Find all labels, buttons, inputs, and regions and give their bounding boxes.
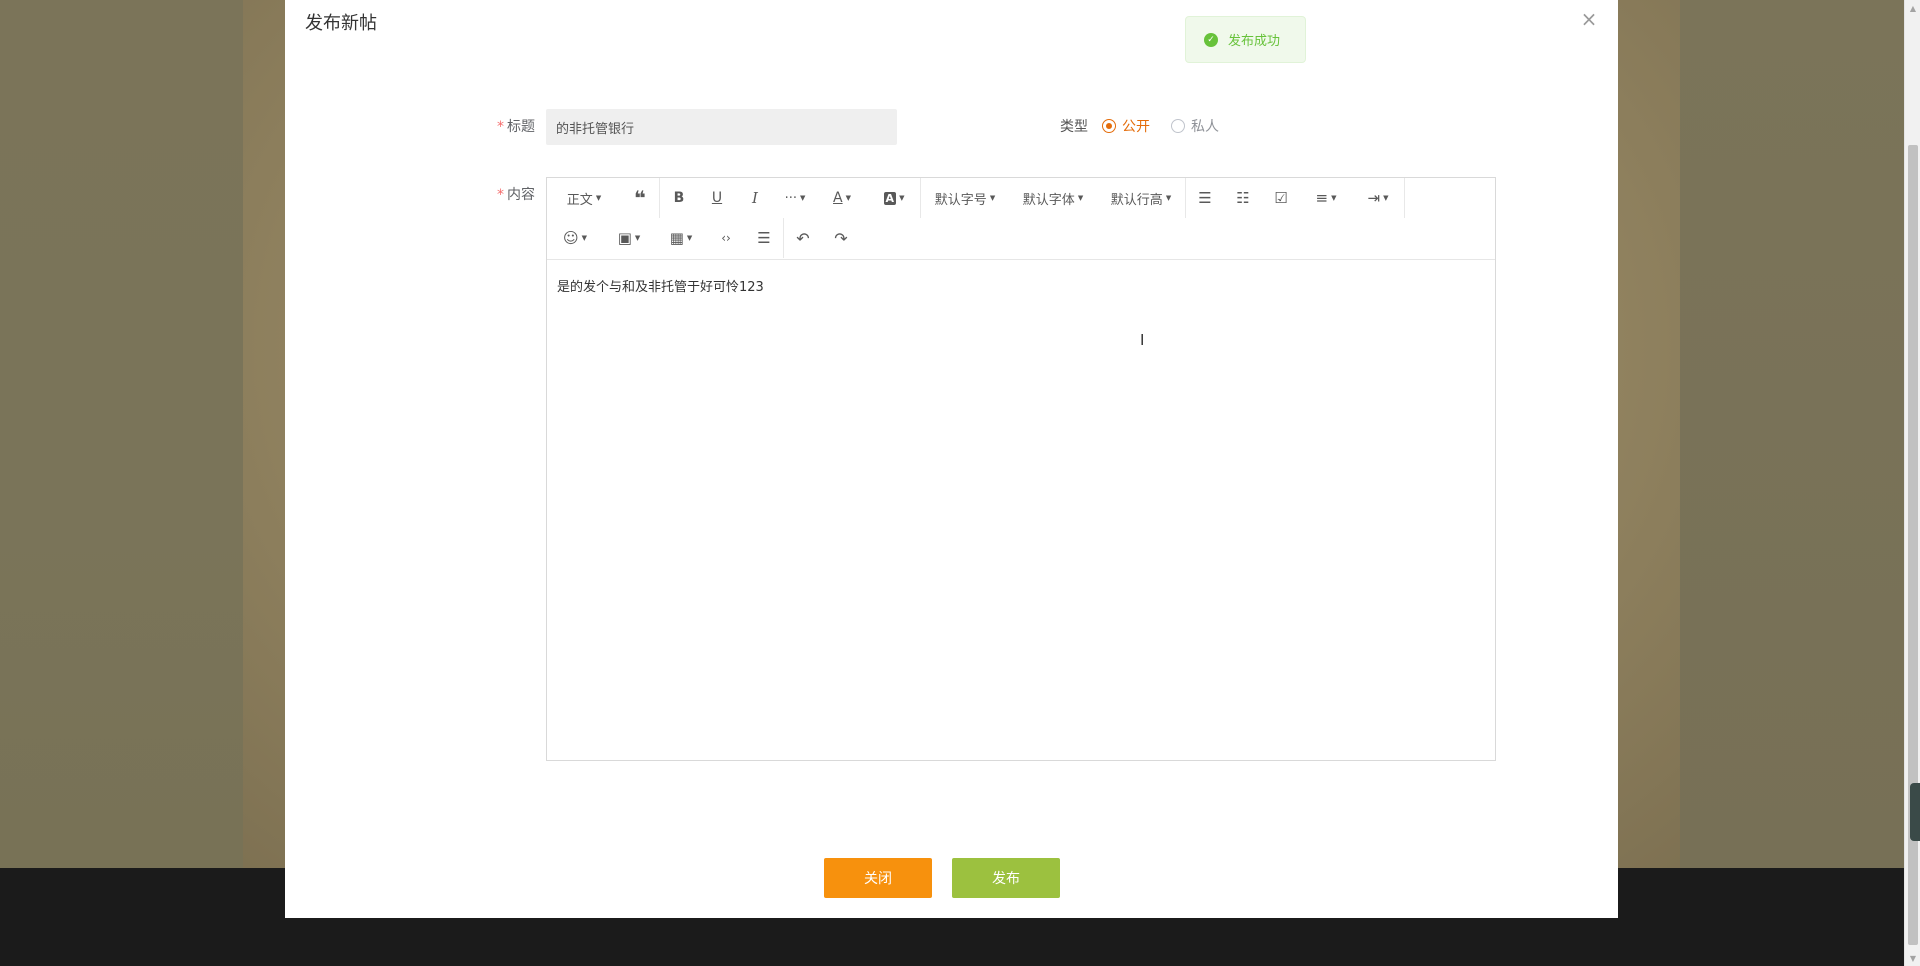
type-radio-private[interactable]: 私人 <box>1171 116 1219 136</box>
toolbar-separator <box>1404 178 1405 218</box>
emoji-dropdown[interactable]: ☺ ▼ <box>547 218 603 258</box>
type-radio-private-label: 私人 <box>1191 119 1219 135</box>
divider-icon[interactable]: ☰ <box>745 218 783 258</box>
caret-down-icon: ▼ <box>1165 194 1172 202</box>
title-label-text: 标题 <box>507 119 535 135</box>
font-color-dropdown[interactable]: A ▼ <box>816 178 868 218</box>
underline-icon[interactable]: U <box>698 178 736 218</box>
modal-title: 发布新帖 <box>305 13 377 34</box>
caret-down-icon: ▼ <box>581 234 588 242</box>
image-dropdown[interactable]: ▣ ▼ <box>603 218 655 258</box>
caret-down-icon: ▼ <box>1383 194 1389 202</box>
caret-down-icon: ▼ <box>845 194 851 202</box>
scroll-up-icon[interactable]: ▲ <box>1905 0 1920 16</box>
close-button[interactable]: 关闭 <box>824 858 932 898</box>
paragraph-style-label: 正文 <box>566 192 593 208</box>
numbered-list-icon[interactable]: ☷ <box>1224 178 1262 218</box>
caret-down-icon: ▼ <box>1077 194 1084 202</box>
italic-icon[interactable]: I <box>736 178 774 218</box>
caret-down-icon: ▼ <box>686 234 693 242</box>
check-circle-icon: ✓ <box>1204 32 1218 47</box>
content-label-text: 内容 <box>507 187 535 203</box>
indent-dropdown[interactable]: ⇥ ▼ <box>1352 178 1404 218</box>
rich-text-editor: 正文 ▼ ❝ B U I ··· ▼ A ▼ A ▼ 默认字号 ▼ 默认字体 ▼… <box>546 177 1496 761</box>
undo-icon[interactable]: ↶ <box>784 218 822 258</box>
editor-paragraph: 是的发个与和及非托管于好可怜123 <box>557 280 764 295</box>
required-mark: * <box>497 119 504 135</box>
image-icon: ▣ <box>617 229 632 247</box>
background-right <box>1680 0 1904 868</box>
font-color-icon: A <box>833 190 843 206</box>
scroll-down-icon[interactable]: ▼ <box>1905 950 1920 966</box>
bold-icon[interactable]: B <box>660 178 698 218</box>
more-dropdown[interactable]: ··· ▼ <box>774 178 816 218</box>
success-toast: ✓ 发布成功 <box>1185 16 1306 63</box>
title-label: * 标题 <box>497 116 535 136</box>
table-icon: ▦ <box>669 229 684 247</box>
table-dropdown[interactable]: ▦ ▼ <box>655 218 707 258</box>
caret-down-icon: ▼ <box>634 234 641 242</box>
type-radio-public-label: 公开 <box>1122 119 1150 135</box>
radio-unchecked-icon <box>1171 119 1185 133</box>
radio-checked-icon <box>1102 119 1116 133</box>
bg-color-dropdown[interactable]: A ▼ <box>868 178 920 218</box>
caret-down-icon: ▼ <box>899 194 905 202</box>
caret-down-icon: ▼ <box>800 194 806 202</box>
more-icon: ··· <box>784 190 797 206</box>
redo-icon[interactable]: ↷ <box>822 218 860 258</box>
title-input-value: 的非托管银行 <box>556 121 635 137</box>
side-widget-tab[interactable] <box>1910 783 1920 841</box>
bulleted-list-icon[interactable]: ☰ <box>1186 178 1224 218</box>
quote-icon[interactable]: ❝ <box>621 178 659 218</box>
type-radio-public[interactable]: 公开 <box>1102 116 1150 136</box>
required-mark: * <box>497 187 504 203</box>
caret-down-icon: ▼ <box>595 194 602 202</box>
indent-icon: ⇥ <box>1367 189 1381 207</box>
bg-color-icon: A <box>883 191 897 205</box>
type-label: 类型 <box>1060 119 1088 135</box>
align-dropdown[interactable]: ≡ ▼ <box>1300 178 1352 218</box>
font-family-dropdown[interactable]: 默认字体 ▼ <box>1009 178 1097 218</box>
font-family-label: 默认字体 <box>1022 192 1075 208</box>
caret-down-icon: ▼ <box>1331 194 1337 202</box>
editor-content-area[interactable]: 是的发个与和及非托管于好可怜123 I <box>547 260 1495 760</box>
font-size-label: 默认字号 <box>934 192 987 208</box>
line-height-label: 默认行高 <box>1110 192 1163 208</box>
line-height-dropdown[interactable]: 默认行高 ▼ <box>1097 178 1185 218</box>
align-left-icon: ≡ <box>1315 189 1329 207</box>
title-input[interactable]: 的非托管银行 <box>546 109 897 145</box>
background-left <box>0 0 243 868</box>
todo-checkbox-icon[interactable]: ☑ <box>1262 178 1300 218</box>
caret-down-icon: ▼ <box>989 194 996 202</box>
content-label: * 内容 <box>497 184 535 204</box>
emoji-icon: ☺ <box>562 229 579 247</box>
editor-toolbar: 正文 ▼ ❝ B U I ··· ▼ A ▼ A ▼ 默认字号 ▼ 默认字体 ▼… <box>547 178 1495 260</box>
toast-message: 发布成功 <box>1228 34 1281 49</box>
publish-button[interactable]: 发布 <box>952 858 1060 898</box>
toolbar-row-1: 正文 ▼ ❝ B U I ··· ▼ A ▼ A ▼ 默认字号 ▼ 默认字体 ▼… <box>547 178 1405 218</box>
toolbar-row-2: ☺ ▼ ▣ ▼ ▦ ▼ ‹› ☰ ↶ ↷ <box>547 218 860 258</box>
paragraph-style-dropdown[interactable]: 正文 ▼ <box>547 178 621 218</box>
close-icon[interactable]: × <box>1578 7 1600 31</box>
code-icon[interactable]: ‹› <box>707 218 745 258</box>
font-size-dropdown[interactable]: 默认字号 ▼ <box>921 178 1009 218</box>
text-cursor-icon: I <box>1140 331 1145 349</box>
new-post-modal: 发布新帖 × ✓ 发布成功 * 标题 的非托管银行 类型 公开 私人 * 内容 正文… <box>285 0 1618 918</box>
